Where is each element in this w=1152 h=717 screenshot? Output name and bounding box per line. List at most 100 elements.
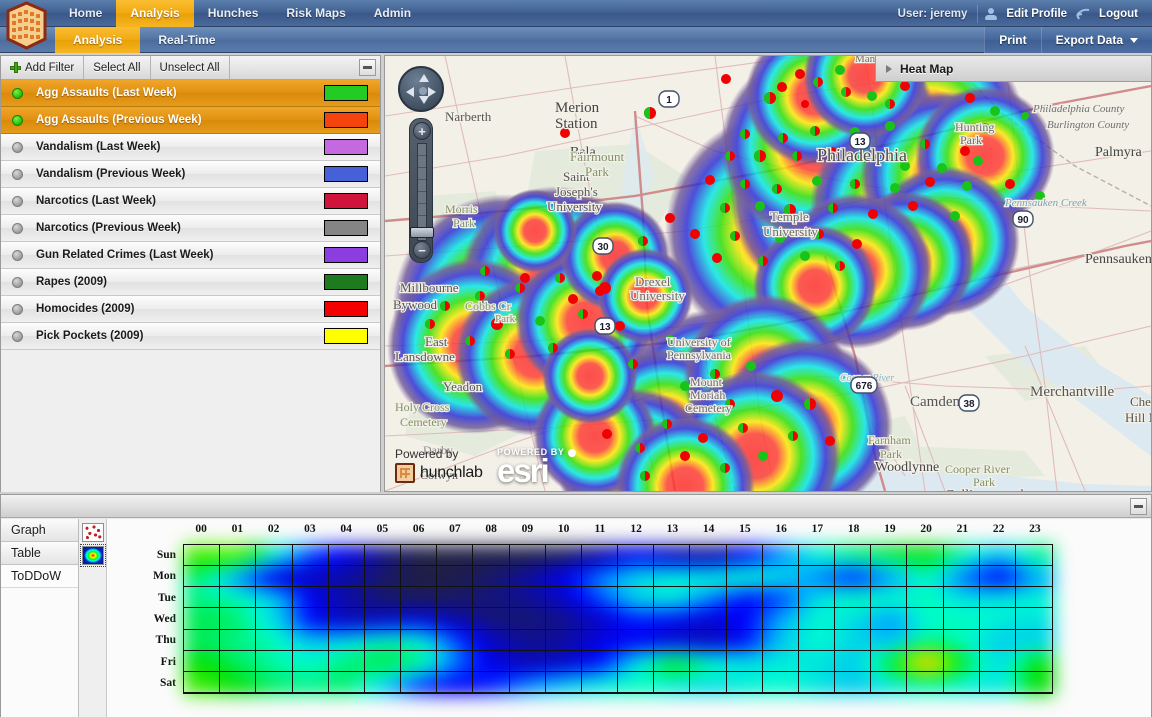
pan-left-icon[interactable]	[406, 87, 414, 97]
toddow-cell[interactable]	[835, 545, 871, 566]
filter-toggle-dot[interactable]	[12, 115, 23, 126]
toddow-cell[interactable]	[293, 608, 329, 629]
toddow-cell[interactable]	[799, 630, 835, 651]
filter-color-swatch[interactable]	[324, 139, 368, 155]
toddow-cell[interactable]	[618, 651, 654, 672]
toddow-cell[interactable]	[220, 651, 256, 672]
filter-row[interactable]: Narcotics (Last Week)	[1, 188, 380, 215]
toddow-cell[interactable]	[365, 587, 401, 608]
toddow-cell[interactable]	[437, 545, 473, 566]
toddow-cell[interactable]	[220, 545, 256, 566]
toddow-cell[interactable]	[835, 651, 871, 672]
toddow-cell[interactable]	[799, 672, 835, 693]
toddow-cell[interactable]	[727, 608, 763, 629]
filter-color-swatch[interactable]	[324, 166, 368, 182]
toddow-cell[interactable]	[763, 566, 799, 587]
toddow-cell[interactable]	[546, 672, 582, 693]
toddow-cell[interactable]	[220, 566, 256, 587]
toddow-cell[interactable]	[256, 672, 292, 693]
filter-row[interactable]: Agg Assaults (Previous Week)	[1, 107, 380, 134]
map-zoom-slider[interactable]: + −	[409, 118, 433, 263]
toddow-cell[interactable]	[329, 672, 365, 693]
toddow-cell[interactable]	[690, 651, 726, 672]
filter-toggle-dot[interactable]	[12, 88, 23, 99]
toddow-cell[interactable]	[256, 545, 292, 566]
filter-toggle-dot[interactable]	[12, 196, 23, 207]
toddow-cell[interactable]	[401, 672, 437, 693]
toddow-cell[interactable]	[690, 608, 726, 629]
toddow-cell[interactable]	[907, 566, 943, 587]
toddow-cell[interactable]	[184, 587, 220, 608]
toddow-cell[interactable]	[220, 672, 256, 693]
tab-toddow[interactable]: ToDDoW	[1, 565, 78, 588]
toddow-cell[interactable]	[401, 587, 437, 608]
toddow-cell[interactable]	[582, 651, 618, 672]
filter-toggle-dot[interactable]	[12, 169, 23, 180]
toddow-cell[interactable]	[907, 651, 943, 672]
toddow-cell[interactable]	[980, 630, 1016, 651]
nav-item-hunches[interactable]: Hunches	[194, 0, 273, 27]
toddow-cell[interactable]	[401, 651, 437, 672]
toddow-cell[interactable]	[727, 566, 763, 587]
toddow-cell[interactable]	[510, 651, 546, 672]
toddow-cell[interactable]	[365, 672, 401, 693]
toddow-cell[interactable]	[510, 672, 546, 693]
zoom-slider-thumb[interactable]	[410, 227, 434, 238]
zoom-in-button[interactable]: +	[413, 122, 431, 140]
toddow-cell[interactable]	[944, 608, 980, 629]
filter-color-swatch[interactable]	[324, 220, 368, 236]
toddow-cell[interactable]	[184, 608, 220, 629]
filter-toggle-dot[interactable]	[12, 250, 23, 261]
filter-toggle-dot[interactable]	[12, 277, 23, 288]
toddow-cell[interactable]	[727, 587, 763, 608]
toddow-cell[interactable]	[944, 672, 980, 693]
toddow-cell[interactable]	[944, 545, 980, 566]
toddow-cell[interactable]	[401, 630, 437, 651]
toddow-cell[interactable]	[220, 587, 256, 608]
pan-center-icon[interactable]	[419, 87, 427, 95]
toddow-cell[interactable]	[184, 545, 220, 566]
toddow-cell[interactable]	[618, 566, 654, 587]
toddow-cell[interactable]	[220, 608, 256, 629]
toddow-cell[interactable]	[763, 651, 799, 672]
logout-link[interactable]: Logout	[1091, 8, 1146, 20]
scatter-plot-icon[interactable]	[82, 523, 104, 542]
nav-item-admin[interactable]: Admin	[360, 0, 425, 27]
toddow-cell[interactable]	[654, 587, 690, 608]
pan-right-icon[interactable]	[428, 87, 436, 97]
toddow-cell[interactable]	[980, 651, 1016, 672]
toddow-cell[interactable]	[546, 566, 582, 587]
toddow-cell[interactable]	[437, 630, 473, 651]
heatmap-icon[interactable]	[82, 546, 104, 565]
toddow-cell[interactable]	[618, 672, 654, 693]
toddow-cell[interactable]	[256, 630, 292, 651]
toddow-cell[interactable]	[293, 566, 329, 587]
toddow-cell[interactable]	[944, 630, 980, 651]
toddow-cell[interactable]	[980, 672, 1016, 693]
toddow-cell[interactable]	[473, 545, 509, 566]
toddow-cell[interactable]	[654, 545, 690, 566]
filter-color-swatch[interactable]	[324, 193, 368, 209]
toddow-cell[interactable]	[582, 672, 618, 693]
toddow-cell[interactable]	[184, 672, 220, 693]
toddow-cell[interactable]	[690, 566, 726, 587]
toddow-cell[interactable]	[546, 608, 582, 629]
toddow-cell[interactable]	[329, 566, 365, 587]
toddow-cell[interactable]	[654, 566, 690, 587]
filter-color-swatch[interactable]	[324, 85, 368, 101]
filter-color-swatch[interactable]	[324, 247, 368, 263]
toddow-cell[interactable]	[799, 651, 835, 672]
toddow-cell[interactable]	[329, 608, 365, 629]
toddow-cell[interactable]	[365, 545, 401, 566]
toddow-cell[interactable]	[690, 672, 726, 693]
filter-row[interactable]: Vandalism (Last Week)	[1, 134, 380, 161]
filter-color-swatch[interactable]	[324, 301, 368, 317]
toddow-cell[interactable]	[763, 630, 799, 651]
toddow-cell[interactable]	[401, 545, 437, 566]
filter-row[interactable]: Agg Assaults (Last Week)	[1, 80, 380, 107]
toddow-cell[interactable]	[907, 587, 943, 608]
select-all-button[interactable]: Select All	[84, 56, 150, 79]
toddow-cell[interactable]	[510, 545, 546, 566]
toddow-cell[interactable]	[871, 545, 907, 566]
toddow-cell[interactable]	[907, 672, 943, 693]
